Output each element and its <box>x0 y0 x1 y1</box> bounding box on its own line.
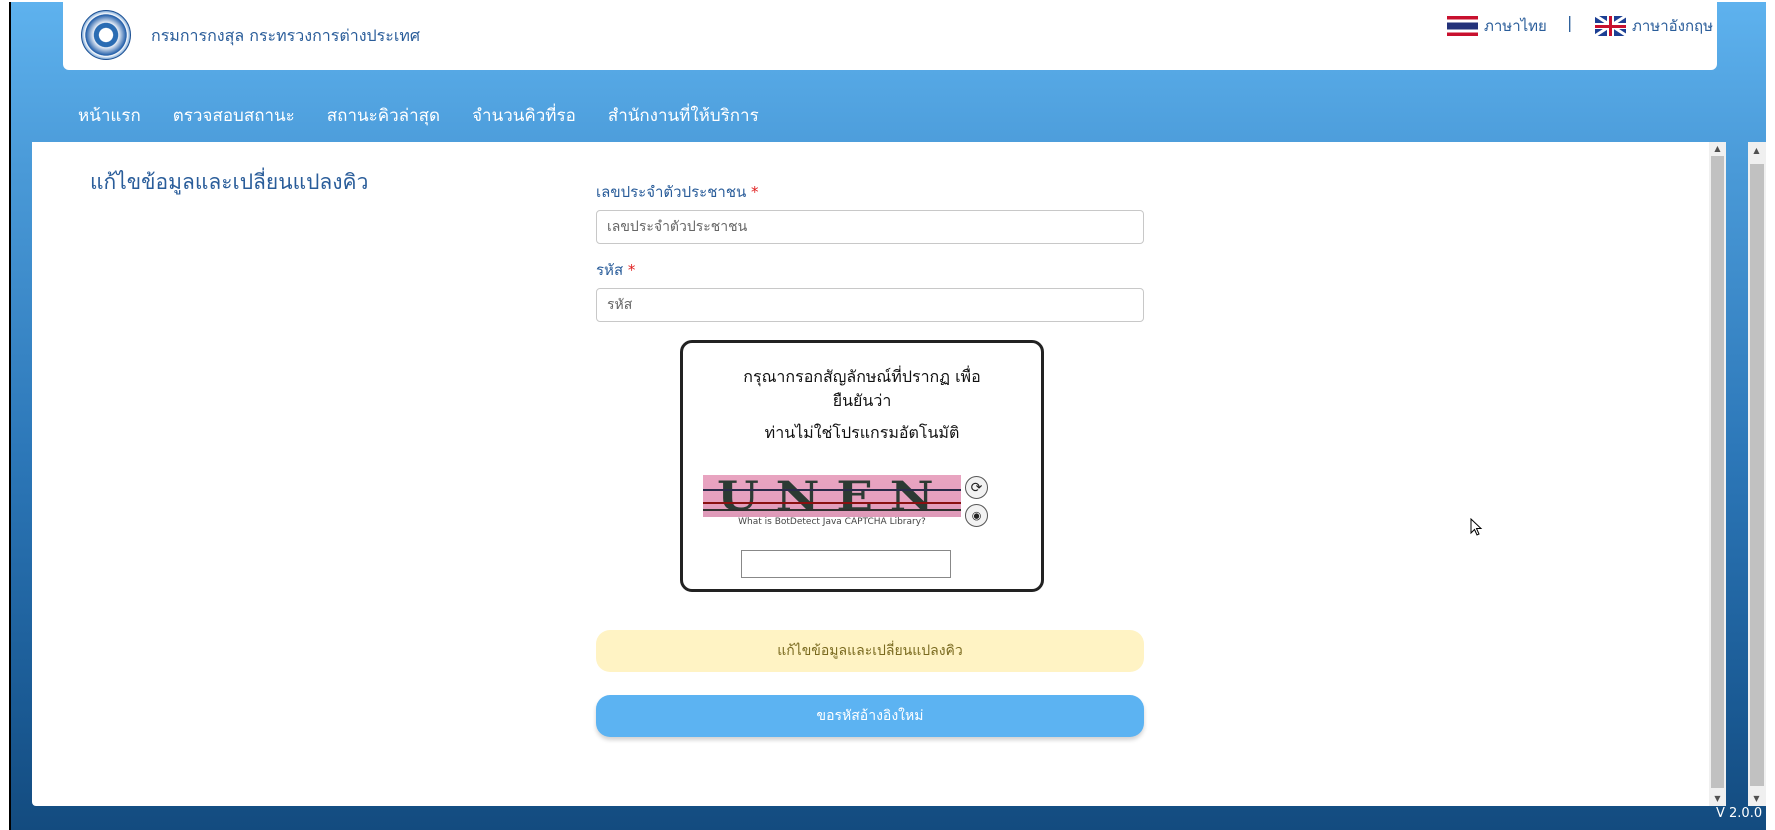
mouse-cursor-icon <box>1470 518 1483 536</box>
refresh-icon: ⟳ <box>970 479 983 496</box>
edit-queue-button[interactable]: แก้ไขข้อมูลและเปลี่ยนแปลงคิว <box>596 630 1144 672</box>
captcha-image-text: UNEN <box>717 475 951 520</box>
scroll-down-arrow-icon[interactable]: ▼ <box>1748 792 1765 806</box>
scroll-up-arrow-icon[interactable]: ▲ <box>1748 144 1765 158</box>
main-nav: หน้าแรก ตรวจสอบสถานะ สถานะคิวล่าสุด จำนว… <box>78 102 791 129</box>
thai-flag-icon <box>1447 16 1478 36</box>
captcha-box: กรุณากรอกสัญลักษณ์ที่ปรากฏ เพื่อ ยืนยันว… <box>680 340 1044 592</box>
scroll-down-arrow-icon[interactable]: ▼ <box>1709 792 1726 806</box>
content-panel: แก้ไขข้อมูลและเปลี่ยนแปลงคิว เลขประจำตัว… <box>32 142 1725 806</box>
nav-item-service-offices[interactable]: สำนักงานที่ให้บริการ <box>608 102 759 129</box>
nav-item-waiting-count[interactable]: จำนวนคิวที่รอ <box>472 102 576 129</box>
scroll-up-arrow-icon[interactable]: ▲ <box>1709 142 1726 156</box>
lang-thai-link[interactable]: ภาษาไทย <box>1447 14 1547 38</box>
lang-english-label: ภาษาอังกฤษ <box>1632 17 1714 35</box>
scrollbar-thumb[interactable] <box>1750 164 1764 786</box>
page-scrollbar[interactable]: ▲ ▼ <box>1748 142 1766 806</box>
captcha-prompt-line1: กรุณากรอกสัญลักษณ์ที่ปรากฏ เพื่อ <box>743 367 981 386</box>
version-label: V 2.0.0 <box>1716 806 1763 821</box>
code-label: รหัส * <box>596 258 635 282</box>
captcha-library-link[interactable]: What is BotDetect Java CAPTCHA Library? <box>703 517 961 527</box>
required-marker: * <box>751 183 759 201</box>
content-scrollbar[interactable]: ▲ ▼ <box>1709 142 1726 806</box>
ministry-seal-logo <box>81 10 131 60</box>
id-number-input[interactable] <box>596 210 1144 244</box>
captcha-prompt-line3: ท่านไม่ใช่โปรแกรมอัตโนมัติ <box>764 423 960 442</box>
required-marker: * <box>627 261 636 279</box>
captcha-input[interactable] <box>741 550 951 578</box>
organization-name: กรมการกงสุล กระทรวงการต่างประเทศ <box>151 26 421 45</box>
id-number-label-text: เลขประจำตัวประชาชน <box>596 183 747 201</box>
scrollbar-thumb[interactable] <box>1711 156 1724 788</box>
request-new-code-button[interactable]: ขอรหัสอ้างอิงใหม่ <box>596 695 1144 737</box>
id-number-label: เลขประจำตัวประชาชน * <box>596 180 759 204</box>
captcha-prompt-line2: ยืนยันว่า <box>832 391 892 410</box>
captcha-sound-button[interactable]: ◉ <box>965 504 988 527</box>
page-title: แก้ไขข้อมูลและเปลี่ยนแปลงคิว <box>90 170 369 194</box>
code-label-text: รหัส <box>596 261 624 279</box>
lang-thai-label: ภาษาไทย <box>1484 17 1547 35</box>
nav-item-home[interactable]: หน้าแรก <box>78 102 141 129</box>
lang-separator: | <box>1567 13 1573 32</box>
captcha-reload-button[interactable]: ⟳ <box>965 476 988 499</box>
lang-english-link[interactable]: ภาษาอังกฤษ <box>1595 14 1713 38</box>
sound-icon: ◉ <box>971 509 982 522</box>
nav-item-check-status[interactable]: ตรวจสอบสถานะ <box>173 102 295 129</box>
uk-flag-icon <box>1595 16 1626 36</box>
code-input[interactable] <box>596 288 1144 322</box>
browser-viewport: กรมการกงสุล กระทรวงการต่างประเทศ ภาษาไทย… <box>0 0 1775 830</box>
nav-item-latest-queue[interactable]: สถานะคิวล่าสุด <box>327 102 440 129</box>
